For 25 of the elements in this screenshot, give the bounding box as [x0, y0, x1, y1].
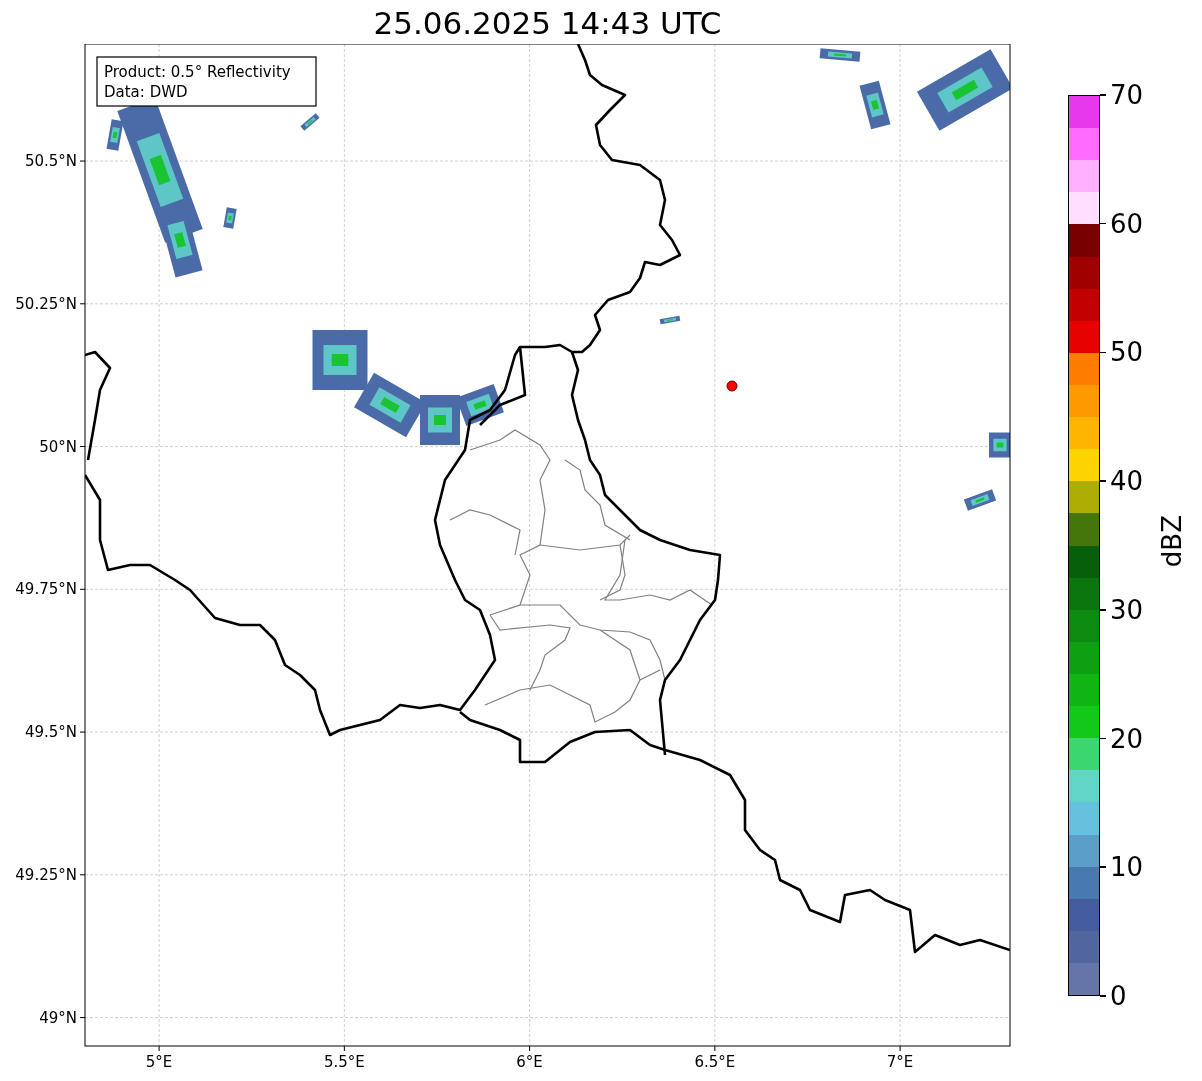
map-title: 25.06.2025 14:43 UTC: [373, 8, 722, 43]
colorbar-tick-label: 70: [1110, 80, 1144, 110]
x-tick-label: 5°E: [145, 1053, 173, 1071]
x-tick-label: 5.5°E: [323, 1053, 365, 1071]
colorbar-tick-label: 60: [1110, 208, 1144, 239]
colorbar-label: dBZ: [1157, 515, 1188, 568]
location-marker: [726, 380, 738, 392]
y-tick-label: 50°N: [39, 437, 77, 456]
legend-text: Data: DWD: [104, 83, 188, 101]
x-tick-label: 6.5°E: [694, 1053, 736, 1071]
x-tick-label: 6°E: [516, 1053, 543, 1071]
y-tick-label: 50.5°N: [24, 152, 77, 171]
colorbar-tick-label: 50: [1110, 337, 1144, 368]
colorbar-tick-label: 20: [1110, 723, 1144, 754]
colorbar-tick-label: 0: [1110, 980, 1127, 1011]
y-tick-label: 49.25°N: [15, 865, 77, 884]
y-tick-label: 49°N: [39, 1008, 77, 1027]
colorbar-tick-label: 40: [1110, 466, 1144, 497]
y-tick-label: 50.25°N: [15, 294, 77, 313]
colorbar-tick-label: 30: [1110, 594, 1144, 625]
y-tick-label: 49.5°N: [24, 723, 77, 742]
colorbar-tick-label: 10: [1110, 852, 1144, 883]
y-tick-label: 49.75°N: [15, 580, 77, 599]
legend-text: Product: 0.5° Reflectivity: [104, 63, 291, 81]
x-tick-label: 7°E: [886, 1053, 914, 1071]
